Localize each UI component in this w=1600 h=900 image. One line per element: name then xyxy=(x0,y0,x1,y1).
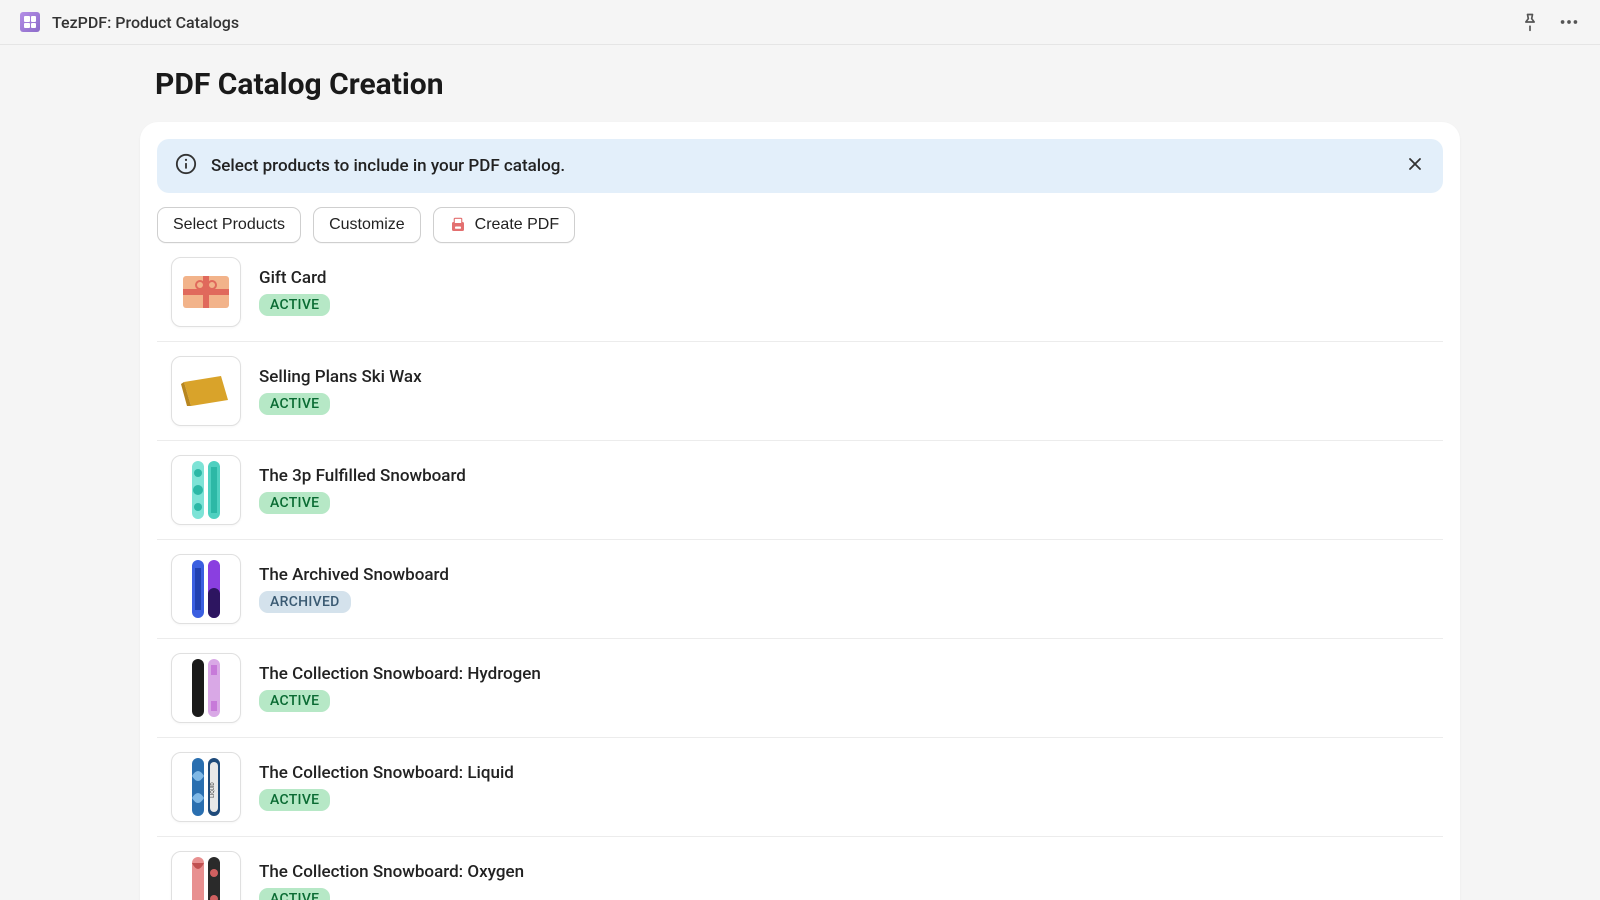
product-row[interactable]: Selling Plans Ski Wax ACTIVE xyxy=(157,342,1443,441)
product-thumbnail xyxy=(171,455,241,525)
app-title: TezPDF: Product Catalogs xyxy=(52,13,239,32)
button-label: Select Products xyxy=(173,216,285,234)
product-info: The Collection Snowboard: Hydrogen ACTIVE xyxy=(259,664,541,712)
product-thumbnail xyxy=(171,851,241,900)
pdf-icon xyxy=(449,216,467,234)
product-row[interactable]: LIQUID The Collection Snowboard: Liquid AC… xyxy=(157,738,1443,837)
product-row[interactable]: Gift Card ACTIVE xyxy=(157,257,1443,342)
product-name: The Collection Snowboard: Hydrogen xyxy=(259,664,541,684)
customize-button[interactable]: Customize xyxy=(313,207,421,243)
status-badge: ACTIVE xyxy=(259,888,330,900)
product-name: The Collection Snowboard: Oxygen xyxy=(259,862,524,882)
product-row[interactable]: The Collection Snowboard: Hydrogen ACTIVE xyxy=(157,639,1443,738)
pin-icon[interactable] xyxy=(1520,12,1540,32)
status-badge: ARCHIVED xyxy=(259,591,351,613)
product-thumbnail xyxy=(171,356,241,426)
product-row[interactable]: The Archived Snowboard ARCHIVED xyxy=(157,540,1443,639)
product-name: The Collection Snowboard: Liquid xyxy=(259,763,514,783)
product-info: Selling Plans Ski Wax ACTIVE xyxy=(259,367,422,415)
product-info: The 3p Fulfilled Snowboard ACTIVE xyxy=(259,466,466,514)
close-icon[interactable] xyxy=(1405,154,1425,178)
create-pdf-button[interactable]: Create PDF xyxy=(433,207,575,243)
app-icon xyxy=(20,12,40,32)
svg-text:LIQUID: LIQUID xyxy=(210,782,216,797)
status-badge: ACTIVE xyxy=(259,789,330,811)
product-info: Gift Card ACTIVE xyxy=(259,268,330,316)
topbar-right xyxy=(1520,11,1580,33)
product-name: The Archived Snowboard xyxy=(259,565,449,585)
action-bar: Select Products Customize Create PDF xyxy=(157,207,1443,243)
app-topbar: TezPDF: Product Catalogs xyxy=(0,0,1600,45)
status-badge: ACTIVE xyxy=(259,294,330,316)
product-info: The Collection Snowboard: Oxygen ACTIVE xyxy=(259,862,524,900)
product-thumbnail xyxy=(171,653,241,723)
product-name: Gift Card xyxy=(259,268,330,288)
main-card: Select products to include in your PDF c… xyxy=(140,122,1460,900)
product-info: The Archived Snowboard ARCHIVED xyxy=(259,565,449,613)
status-badge: ACTIVE xyxy=(259,690,330,712)
product-row[interactable]: The Collection Snowboard: Oxygen ACTIVE xyxy=(157,837,1443,900)
page: PDF Catalog Creation Select products to … xyxy=(0,45,1600,900)
button-label: Create PDF xyxy=(475,216,559,234)
topbar-left: TezPDF: Product Catalogs xyxy=(20,12,239,32)
product-thumbnail xyxy=(171,554,241,624)
more-icon[interactable] xyxy=(1558,11,1580,33)
banner-text: Select products to include in your PDF c… xyxy=(211,156,565,176)
product-thumbnail xyxy=(171,257,241,327)
status-badge: ACTIVE xyxy=(259,393,330,415)
page-title: PDF Catalog Creation xyxy=(140,67,1460,102)
select-products-button[interactable]: Select Products xyxy=(157,207,301,243)
product-name: The 3p Fulfilled Snowboard xyxy=(259,466,466,486)
product-thumbnail: LIQUID xyxy=(171,752,241,822)
product-list: Gift Card ACTIVE Selling Plans Ski Wax ACTI… xyxy=(157,257,1443,900)
button-label: Customize xyxy=(329,216,405,234)
info-icon xyxy=(175,153,197,179)
product-row[interactable]: The 3p Fulfilled Snowboard ACTIVE xyxy=(157,441,1443,540)
status-badge: ACTIVE xyxy=(259,492,330,514)
product-name: Selling Plans Ski Wax xyxy=(259,367,422,387)
info-banner: Select products to include in your PDF c… xyxy=(157,139,1443,193)
product-info: The Collection Snowboard: Liquid ACTIVE xyxy=(259,763,514,811)
